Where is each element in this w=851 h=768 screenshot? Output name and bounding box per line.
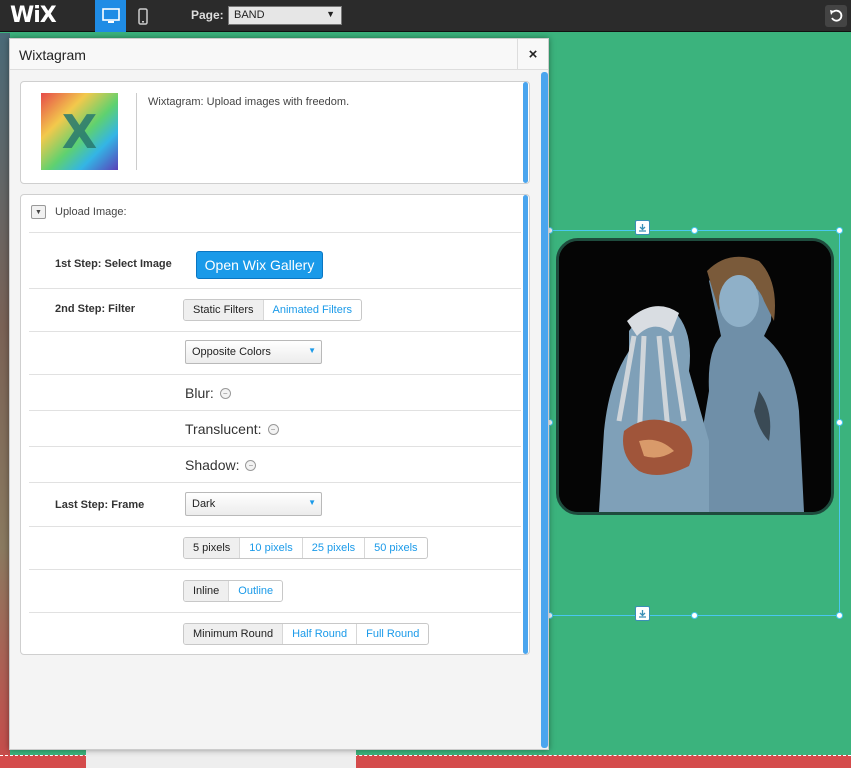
desktop-icon	[101, 8, 120, 23]
round-full[interactable]: Full Round	[357, 624, 428, 644]
frame-round-options: Minimum Round Half Round Full Round	[183, 623, 430, 645]
page-select[interactable]: BAND ▼	[228, 6, 342, 25]
photo-illustration	[559, 241, 831, 512]
round-minimum[interactable]: Minimum Round	[184, 624, 284, 644]
band-photo[interactable]	[556, 238, 834, 515]
resize-handle[interactable]	[691, 612, 698, 619]
frame-select[interactable]: Dark ▼	[185, 492, 322, 516]
panel-header: Wixtagram ×	[10, 39, 548, 70]
divider	[29, 612, 521, 613]
panel-scrollbar-thumb[interactable]	[541, 72, 548, 748]
round-half[interactable]: Half Round	[283, 624, 358, 644]
card-scrollbar[interactable]	[523, 82, 528, 183]
divider	[136, 93, 137, 170]
blur-toggle[interactable]: –	[219, 387, 231, 399]
upload-section-header[interactable]: ▼ Upload Image:	[31, 205, 127, 219]
wixtagram-settings-panel: Wixtagram × X Wixtagram: Upload images w…	[9, 38, 549, 750]
panel-scrollbar[interactable]	[541, 72, 548, 748]
wixtagram-logo: X	[41, 93, 118, 170]
page-label: Page:	[191, 8, 224, 22]
frame-style-options: Inline Outline	[183, 580, 284, 602]
app-info-card: X Wixtagram: Upload images with freedom.	[20, 81, 530, 184]
close-icon: ×	[528, 46, 538, 63]
shadow-label: Shadow:	[185, 457, 240, 473]
upload-settings-card: ▼ Upload Image: 1st Step: Select Image O…	[20, 194, 530, 655]
shadow-option: Shadow: –	[185, 457, 257, 473]
translucent-label: Translucent:	[185, 421, 262, 437]
card-scrollbar[interactable]	[523, 195, 528, 654]
anchor-bottom-icon[interactable]	[635, 606, 650, 621]
open-wix-gallery-button[interactable]: Open Wix Gallery	[196, 251, 323, 279]
divider	[29, 331, 521, 332]
resize-handle[interactable]	[836, 227, 843, 234]
resize-handle[interactable]	[691, 227, 698, 234]
divider	[29, 526, 521, 527]
blur-label: Blur:	[185, 385, 214, 401]
desktop-view-button[interactable]	[95, 0, 126, 32]
chevron-down-icon: ▼	[308, 346, 316, 355]
section-title: Upload Image:	[55, 206, 127, 218]
translucent-option: Translucent: –	[185, 421, 279, 437]
wixtagram-logo-letter: X	[61, 104, 98, 159]
size-50-pixels[interactable]: 50 pixels	[365, 538, 426, 558]
mobile-view-button[interactable]	[127, 0, 158, 32]
mobile-icon	[137, 7, 148, 25]
divider	[29, 410, 521, 411]
frame-size-options: 5 pixels 10 pixels 25 pixels 50 pixels	[183, 537, 428, 559]
size-25-pixels[interactable]: 25 pixels	[303, 538, 366, 558]
page-select-value: BAND	[234, 9, 265, 21]
divider	[29, 569, 521, 570]
blur-option: Blur: –	[185, 385, 231, 401]
tab-static-filters[interactable]: Static Filters	[184, 300, 264, 320]
style-inline[interactable]: Inline	[184, 581, 230, 601]
frame-select-value: Dark	[192, 498, 216, 510]
divider	[29, 446, 521, 447]
divider	[29, 232, 521, 233]
panel-title: Wixtagram	[19, 47, 86, 63]
shadow-toggle[interactable]: –	[245, 459, 257, 471]
step3-label: Last Step: Frame	[55, 499, 145, 511]
step1-label: 1st Step: Select Image	[55, 258, 172, 270]
filter-select-value: Opposite Colors	[192, 346, 271, 358]
divider	[29, 374, 521, 375]
chevron-down-icon: ▼	[308, 498, 316, 507]
close-button[interactable]: ×	[517, 39, 548, 70]
filter-type-tabs: Static Filters Animated Filters	[183, 299, 362, 321]
size-10-pixels[interactable]: 10 pixels	[240, 538, 303, 558]
divider	[29, 288, 521, 289]
step2-label: 2nd Step: Filter	[55, 303, 136, 315]
translucent-toggle[interactable]: –	[267, 423, 279, 435]
anchor-top-icon[interactable]	[635, 220, 650, 235]
undo-icon	[830, 9, 843, 22]
filter-select[interactable]: Opposite Colors ▼	[185, 340, 322, 364]
collapse-toggle-icon[interactable]: ▼	[31, 205, 46, 219]
tab-animated-filters[interactable]: Animated Filters	[264, 300, 361, 320]
app-description: Wixtagram: Upload images with freedom.	[148, 96, 350, 108]
size-5-pixels[interactable]: 5 pixels	[184, 538, 241, 558]
resize-handle[interactable]	[836, 419, 843, 426]
style-outline[interactable]: Outline	[229, 581, 282, 601]
resize-handle[interactable]	[836, 612, 843, 619]
divider	[29, 482, 521, 483]
wix-logo: WiX	[10, 3, 57, 28]
chevron-down-icon: ▼	[326, 9, 335, 19]
undo-button[interactable]	[825, 5, 847, 27]
editor-topbar: WiX Page: BAND ▼	[0, 0, 851, 32]
